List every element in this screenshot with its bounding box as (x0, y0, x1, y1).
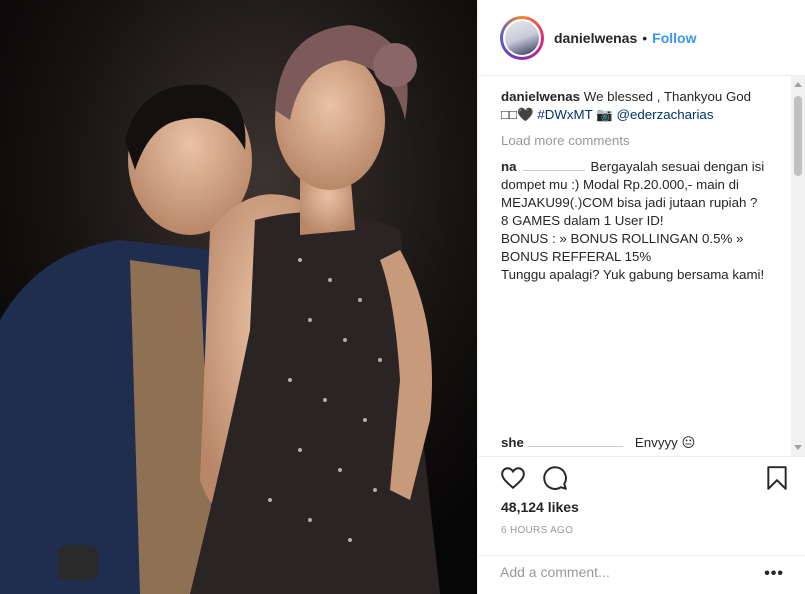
comments-scrollbar[interactable] (791, 76, 805, 456)
load-more-comments-button[interactable]: Load more comments (501, 132, 783, 150)
post-actions: 48,124 likes 6 HOURS AGO ••• (478, 456, 805, 594)
caption: danielwenas We blessed , Thankyou God □□… (501, 88, 783, 124)
scroll-up-arrow-icon[interactable] (794, 82, 802, 87)
comments-list: danielwenas We blessed , Thankyou God □□… (501, 88, 783, 454)
hashtag-link[interactable]: #DWxMT (537, 107, 592, 122)
caption-emoji: □□🖤 (501, 107, 534, 122)
bookmark-icon[interactable] (764, 465, 790, 491)
redacted-name (527, 437, 623, 447)
post-photo (0, 0, 477, 594)
camera-icon: 📷 (596, 107, 613, 122)
action-icons (500, 465, 568, 491)
comment-username[interactable]: she (501, 435, 524, 450)
separator-dot: • (642, 29, 648, 46)
comment-text: Envyyy 😐 (634, 435, 696, 450)
redacted-name (522, 161, 585, 171)
mention-link[interactable]: @ederzacharias (616, 107, 713, 122)
scrollbar-thumb[interactable] (794, 96, 802, 176)
comment-text: Bergayalah sesuai dengan isi dompet mu :… (501, 159, 765, 282)
scroll-down-arrow-icon[interactable] (794, 445, 802, 450)
heart-icon[interactable] (500, 465, 526, 491)
follow-button[interactable]: Follow (652, 30, 696, 46)
likes-count[interactable]: 48,124 likes (501, 499, 579, 515)
add-comment-bar: ••• (478, 555, 805, 594)
caption-text: We blessed , Thankyou God (583, 89, 752, 104)
couple-photo-illustration (0, 0, 477, 594)
post-side-panel: danielwenas • Follow danielwenas We bles… (477, 0, 805, 594)
caption-username[interactable]: danielwenas (501, 89, 580, 104)
comment-icon[interactable] (542, 465, 568, 491)
list-item: na Bergayalah sesuai dengan isi dompet mu… (501, 158, 783, 284)
comment-username[interactable]: na (501, 159, 517, 174)
avatar[interactable] (503, 18, 541, 57)
post-header: danielwenas • Follow (478, 0, 805, 76)
list-item: she Envyyy 😐 (501, 434, 695, 452)
add-comment-input[interactable] (500, 564, 750, 580)
header-username[interactable]: danielwenas (554, 30, 637, 46)
more-options-button[interactable]: ••• (764, 565, 784, 583)
post-timestamp[interactable]: 6 HOURS AGO (501, 525, 573, 536)
story-ring[interactable] (500, 15, 544, 60)
